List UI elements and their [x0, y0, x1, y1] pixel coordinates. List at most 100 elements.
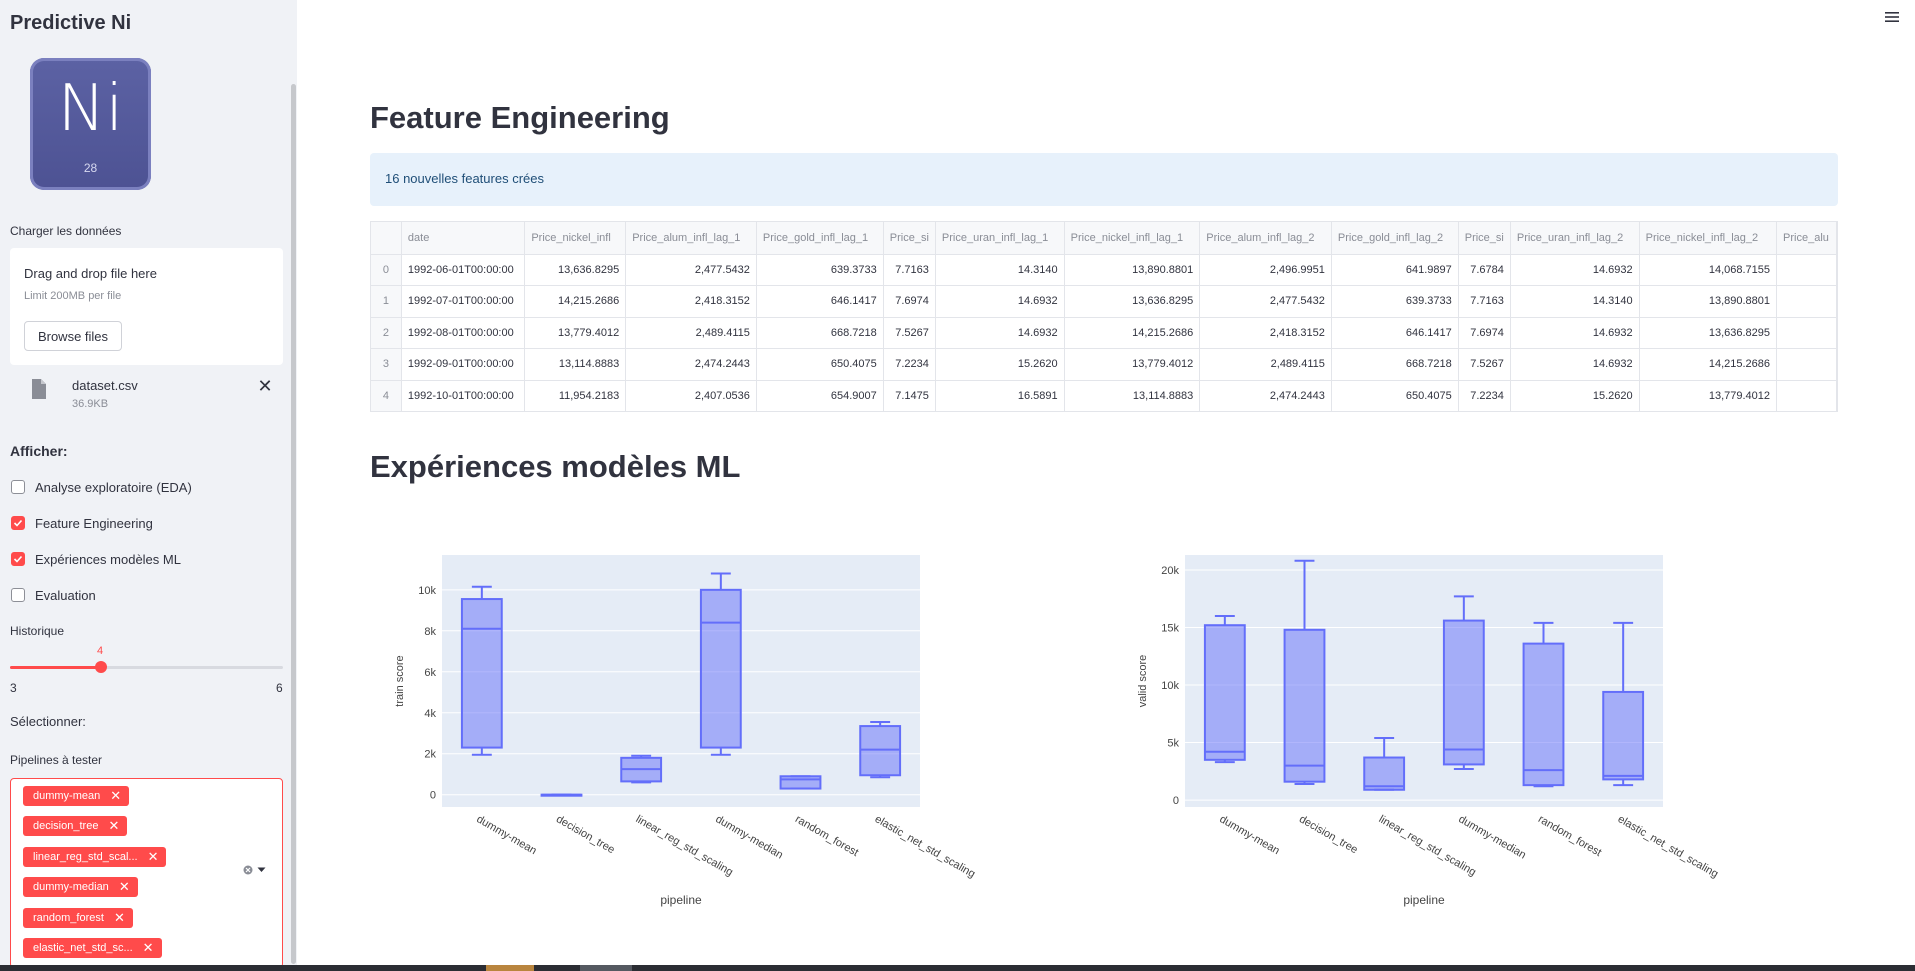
remove-tag-icon[interactable]: ✕	[148, 849, 159, 865]
taskbar-item[interactable]	[486, 965, 534, 971]
column-header[interactable]: Price_gold_infl_lag_1	[756, 222, 884, 255]
file-dropzone[interactable]: Drag and drop file here Limit 200MB per …	[10, 248, 283, 365]
table-cell[interactable]: 650.4075	[1331, 380, 1459, 411]
table-cell[interactable]: 14,215.2686	[1639, 348, 1778, 381]
table-cell[interactable]: 639.3733	[1331, 285, 1459, 318]
train-score-boxplot[interactable]: 0 2k 4k 6k 8k 10k dummy-mean decision_tree linea…	[370, 540, 990, 915]
table-cell[interactable]: 7.6784	[1458, 254, 1511, 286]
table-cell[interactable]: 13,636.8295	[1064, 285, 1201, 318]
checkbox-ml-experiments[interactable]: Expériences modèles ML	[11, 549, 181, 569]
table-cell[interactable]: 2,496.9951	[1199, 254, 1332, 286]
table-cell[interactable]: 2,489.4115	[625, 317, 757, 349]
table-cell[interactable]: 14.3140	[1510, 285, 1640, 318]
remove-tag-icon[interactable]: ✕	[143, 940, 154, 956]
taskbar-item[interactable]	[580, 965, 632, 971]
table-cell[interactable]	[1776, 285, 1837, 318]
slider-thumb[interactable]	[94, 661, 107, 673]
table-cell[interactable]: 13,890.8801	[1064, 254, 1201, 286]
features-dataframe[interactable]: date Price_nickel_infl Price_alum_infl_l…	[370, 221, 1838, 412]
table-cell[interactable]: 1992-08-01T00:00:00	[401, 317, 526, 349]
table-cell[interactable]: 7.7163	[883, 254, 936, 286]
row-index[interactable]: 0	[371, 254, 402, 286]
table-cell[interactable]	[1776, 317, 1837, 349]
table-cell[interactable]: 1992-09-01T00:00:00	[401, 348, 526, 381]
clear-all-icon[interactable]	[243, 865, 253, 875]
table-cell[interactable]: 646.1417	[756, 285, 884, 318]
table-cell[interactable]	[1776, 348, 1837, 381]
column-header[interactable]: Price_alu	[1776, 222, 1837, 255]
table-cell[interactable]: 13,114.8883	[1064, 380, 1201, 411]
checkbox-icon[interactable]	[11, 552, 25, 566]
column-header[interactable]: Price_nickel_infl_lag_1	[1064, 222, 1201, 255]
table-cell[interactable]: 2,489.4115	[1199, 348, 1332, 381]
table-cell[interactable]: 7.6974	[883, 285, 936, 318]
checkbox-eda[interactable]: Analyse exploratoire (EDA)	[11, 477, 192, 497]
table-cell[interactable]: 15.2620	[1510, 380, 1640, 411]
table-cell[interactable]	[1776, 254, 1837, 286]
table-cell[interactable]: 14,215.2686	[524, 285, 627, 318]
table-cell[interactable]: 14.6932	[935, 317, 1065, 349]
table-cell[interactable]: 2,474.2443	[625, 348, 757, 381]
valid-score-boxplot[interactable]: 0 5k 10k 15k 20k dummy-mean decision_tree linea…	[1113, 540, 1733, 915]
table-cell[interactable]: 1992-06-01T00:00:00	[401, 254, 526, 286]
row-index[interactable]: 4	[371, 380, 402, 411]
chevron-down-icon[interactable]	[257, 867, 266, 873]
checkbox-icon[interactable]	[11, 480, 25, 494]
table-cell[interactable]: 1992-10-01T00:00:00	[401, 380, 526, 411]
table-cell[interactable]: 11,954.2183	[524, 380, 627, 411]
table-cell[interactable]: 1992-07-01T00:00:00	[401, 285, 526, 318]
table-cell[interactable]: 13,114.8883	[524, 348, 627, 381]
historique-slider[interactable]	[10, 661, 283, 673]
table-cell[interactable]: 14,068.7155	[1639, 254, 1778, 286]
table-cell[interactable]	[1776, 380, 1837, 411]
remove-tag-icon[interactable]: ✕	[119, 879, 130, 895]
table-cell[interactable]: 13,779.4012	[1639, 380, 1778, 411]
column-header[interactable]: Price_nickel_infl_lag_2	[1639, 222, 1778, 255]
column-header[interactable]: Price_nickel_infl	[524, 222, 627, 255]
table-cell[interactable]: 2,418.3152	[1199, 317, 1332, 349]
table-cell[interactable]: 14.6932	[935, 285, 1065, 318]
row-index[interactable]: 3	[371, 348, 402, 381]
table-cell[interactable]: 14,215.2686	[1064, 317, 1201, 349]
table-cell[interactable]: 14.3140	[935, 254, 1065, 286]
remove-tag-icon[interactable]: ✕	[108, 818, 119, 834]
column-header[interactable]	[371, 222, 402, 255]
sidebar-scrollbar[interactable]	[291, 84, 296, 964]
table-cell[interactable]: 650.4075	[756, 348, 884, 381]
table-cell[interactable]: 7.6974	[1458, 317, 1511, 349]
table-cell[interactable]: 13,890.8801	[1639, 285, 1778, 318]
table-cell[interactable]: 7.2234	[1458, 380, 1511, 411]
column-header[interactable]: Price_alum_infl_lag_1	[625, 222, 757, 255]
column-header[interactable]: Price_alum_infl_lag_2	[1199, 222, 1332, 255]
table-cell[interactable]: 15.2620	[935, 348, 1065, 381]
table-cell[interactable]: 2,418.3152	[625, 285, 757, 318]
column-header[interactable]: Price_si	[883, 222, 936, 255]
table-cell[interactable]: 14.6932	[1510, 348, 1640, 381]
column-header[interactable]: Price_uran_infl_lag_2	[1510, 222, 1640, 255]
table-cell[interactable]: 13,779.4012	[1064, 348, 1201, 381]
remove-tag-icon[interactable]: ✕	[114, 910, 125, 926]
table-cell[interactable]: 14.6932	[1510, 317, 1640, 349]
table-cell[interactable]: 2,474.2443	[1199, 380, 1332, 411]
remove-file-icon[interactable]: ✕	[255, 376, 275, 396]
table-cell[interactable]: 16.5891	[935, 380, 1065, 411]
table-cell[interactable]: 7.2234	[883, 348, 936, 381]
table-cell[interactable]: 13,636.8295	[524, 254, 627, 286]
pipelines-multiselect[interactable]: dummy-mean ✕ decision_tree ✕ linear_reg_st…	[10, 778, 283, 968]
remove-tag-icon[interactable]: ✕	[110, 788, 121, 804]
table-cell[interactable]: 7.1475	[883, 380, 936, 411]
browse-files-button[interactable]: Browse files	[24, 321, 122, 351]
table-cell[interactable]: 13,779.4012	[524, 317, 627, 349]
checkbox-evaluation[interactable]: Evaluation	[11, 585, 96, 605]
checkbox-icon[interactable]	[11, 516, 25, 530]
checkbox-feature-engineering[interactable]: Feature Engineering	[11, 513, 153, 533]
table-cell[interactable]: 13,636.8295	[1639, 317, 1778, 349]
table-cell[interactable]: 2,477.5432	[1199, 285, 1332, 318]
table-cell[interactable]: 646.1417	[1331, 317, 1459, 349]
table-cell[interactable]: 668.7218	[756, 317, 884, 349]
table-cell[interactable]: 14.6932	[1510, 254, 1640, 286]
table-cell[interactable]: 7.5267	[883, 317, 936, 349]
table-cell[interactable]: 7.5267	[1458, 348, 1511, 381]
column-header[interactable]: Price_gold_infl_lag_2	[1331, 222, 1459, 255]
column-header[interactable]: Price_si	[1458, 222, 1511, 255]
